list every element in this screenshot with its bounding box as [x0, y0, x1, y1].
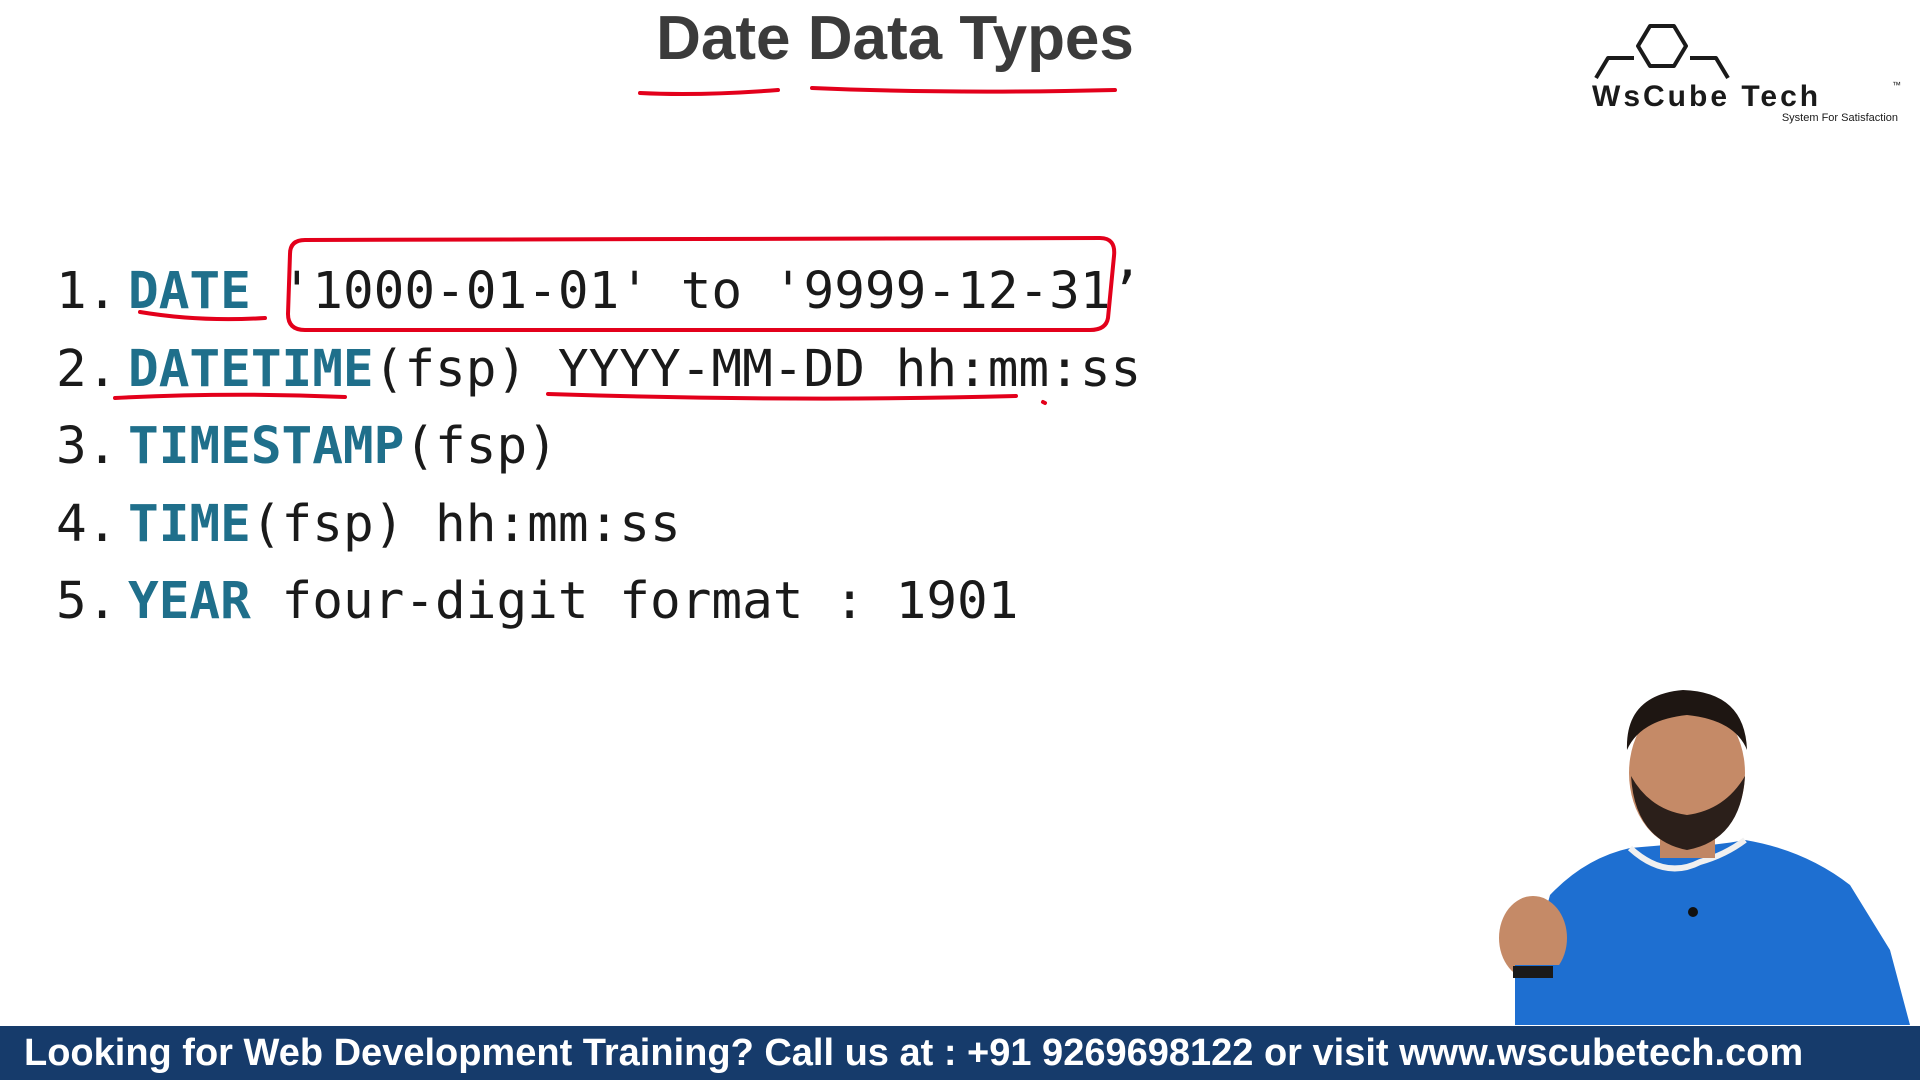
- lapel-microphone: [1688, 907, 1698, 917]
- list-item: 5. YEAR four-digit format : 1901: [56, 572, 1141, 650]
- item-number: 1.: [56, 262, 118, 321]
- item-detail: '1000-01-01' to '9999-12-31’: [250, 262, 1142, 321]
- brand-tagline: System For Satisfaction: [1781, 112, 1898, 124]
- item-keyword: TIMESTAMP: [128, 417, 405, 476]
- item-keyword: DATETIME: [128, 339, 374, 399]
- date-types-list: 1. DATE '1000-01-01' to '9999-12-31’ 2. DA…: [56, 262, 1141, 650]
- list-item: 1. DATE '1000-01-01' to '9999-12-31’: [56, 262, 1141, 340]
- item-keyword: YEAR: [128, 572, 251, 631]
- presenter-video: [1455, 680, 1920, 1025]
- item-number: 3.: [56, 417, 118, 476]
- item-keyword: DATE: [128, 262, 251, 321]
- hexagon-logo-icon: [1594, 24, 1730, 80]
- presenter-shirt: [1515, 840, 1910, 1025]
- wrist-watch: [1513, 966, 1553, 978]
- trademark-mark: ™: [1892, 80, 1901, 90]
- item-detail: (fsp) hh:mm:ss: [250, 494, 681, 554]
- list-item: 3. TIMESTAMP(fsp): [56, 417, 1141, 495]
- item-detail: (fsp) YYYY-MM-DD hh:mm:ss: [373, 339, 1142, 399]
- item-detail: (fsp): [404, 417, 558, 476]
- video-frame: Date Data Types WsCube Tech ™ System For…: [0, 0, 1920, 1080]
- item-number: 5.: [56, 572, 118, 631]
- presenter-figure: [1499, 690, 1910, 1025]
- item-number: 2.: [56, 339, 118, 399]
- item-number: 4.: [56, 494, 118, 554]
- promo-banner: Looking for Web Development Training? Ca…: [0, 1026, 1920, 1080]
- item-detail: four-digit format : 1901: [250, 572, 1019, 631]
- list-item: 2. DATETIME(fsp) YYYY-MM-DD hh:mm:ss: [56, 340, 1141, 418]
- title-underline-right: [810, 86, 1117, 94]
- item-keyword: TIME: [128, 494, 251, 554]
- title-underline-left: [638, 88, 780, 96]
- brand-logo: WsCube Tech ™ System For Satisfaction: [1590, 18, 1901, 128]
- list-item: 4. TIME(fsp) hh:mm:ss: [56, 495, 1141, 573]
- slide-title: Date Data Types: [656, 4, 1134, 73]
- brand-name: WsCube Tech: [1592, 80, 1822, 113]
